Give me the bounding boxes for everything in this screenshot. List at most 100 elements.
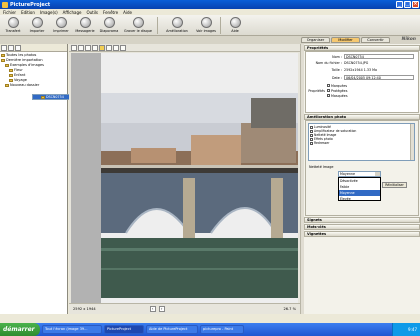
window-titlebar: PictureProject _ □ × <box>0 0 420 9</box>
task-item[interactable]: picturepro - Paint <box>200 325 244 334</box>
transfer-button[interactable]: Transfert <box>1 15 25 36</box>
chevron-down-icon[interactable] <box>375 172 380 176</box>
view-icon <box>200 17 212 28</box>
mode-tab-row: Organiser Modifier Convertir Nikon <box>0 36 420 44</box>
enhance-panel: Luminosité Amplificateur de saturation N… <box>305 120 419 216</box>
delete-folder-icon[interactable] <box>8 45 14 51</box>
folder-icon <box>9 74 13 77</box>
zoom-in-icon[interactable] <box>85 45 91 51</box>
enhance-list: Luminosité Amplificateur de saturation N… <box>308 123 415 161</box>
next-image-icon[interactable]: › <box>158 306 165 312</box>
folder-icon <box>5 84 9 87</box>
main-toolbar: Transfert Importer Imprimer Messagerie D… <box>0 15 420 36</box>
name-field[interactable]: DSCN0754 <box>344 54 414 59</box>
image-dimensions: 2592 x 1944 <box>73 307 96 311</box>
system-tray: 9:47 <box>392 323 420 336</box>
help-button[interactable]: Aide <box>223 15 247 36</box>
minimize-button[interactable]: _ <box>396 1 403 8</box>
folder-icon <box>9 79 13 82</box>
crop-icon[interactable] <box>106 45 112 51</box>
fit-window-icon[interactable] <box>99 45 105 51</box>
folder-icon <box>5 64 9 67</box>
start-button[interactable]: démarrer <box>0 323 40 336</box>
date-field[interactable]: 06/04/2005 09:12:40 <box>344 75 414 80</box>
mode-tabs: Organiser Modifier Convertir <box>301 37 390 43</box>
menu-fichier[interactable]: Fichier <box>3 10 16 15</box>
sharpness-dropdown: Désactivée Faible Moyenne Élevée <box>338 177 381 201</box>
transfer-icon <box>7 17 19 28</box>
task-item[interactable]: Aide de PictureProject <box>146 325 198 334</box>
bookmarks-header[interactable]: Signets <box>304 217 420 223</box>
viewer-statusbar: 2592 x 1944 ‹ › 26.7 % <box>69 303 300 314</box>
prop-row-flags: Propriétés Marquées Protégées Masquées <box>308 83 348 98</box>
tab-convertir[interactable]: Convertir <box>361 37 390 43</box>
tree-item-new-folder[interactable]: Nouveau dossier <box>1 83 66 88</box>
app-icon <box>2 1 8 8</box>
enhance-list-scrollbar[interactable] <box>410 124 414 160</box>
properties-panel: Nom : DSCN0754 Nom du fichier : DSCN0754.J… <box>305 51 419 113</box>
reset-button[interactable]: Réinitialiser <box>382 182 407 188</box>
prop-row-filename: Nom du fichier : DSCN0754.JPG <box>315 61 369 65</box>
menu-fenetre[interactable]: Fenêtre <box>103 10 118 15</box>
confirm-icon[interactable] <box>113 45 119 51</box>
flag-protected-checkbox[interactable]: Protégées <box>327 88 348 93</box>
new-folder-icon[interactable] <box>1 45 7 51</box>
select-tool-icon[interactable] <box>71 45 77 51</box>
enhance-item-straighten[interactable]: Redresser <box>310 141 413 145</box>
import-button[interactable]: Importer <box>25 15 49 36</box>
slideshow-icon <box>103 17 115 28</box>
folder-tree: Toutes les photos Dernière importation E… <box>0 52 75 100</box>
folder-icon <box>9 69 13 72</box>
folder-sidebar: Toutes les photos Dernière importation E… <box>0 44 75 314</box>
sharpness-label: Netteté Image <box>309 165 334 169</box>
help-icon <box>229 17 241 28</box>
prop-row-name: Nom : DSCN0754 <box>307 54 414 59</box>
print-button[interactable]: Imprimer <box>49 15 73 36</box>
menu-aide[interactable]: Aide <box>123 10 132 15</box>
option-high[interactable]: Élevée <box>339 196 380 202</box>
task-item[interactable]: Tout l'écran (image 39... <box>42 325 102 334</box>
sidebar-tools <box>0 44 67 52</box>
menu-images[interactable]: Image(s) <box>40 10 58 15</box>
thumbnails-header[interactable]: Vignettes <box>304 231 420 237</box>
tab-organiser[interactable]: Organiser <box>301 37 330 43</box>
window-controls: _ □ × <box>396 1 419 8</box>
menu-edition[interactable]: Edition <box>21 10 35 15</box>
print-icon <box>55 17 67 28</box>
zoom-out-icon[interactable] <box>92 45 98 51</box>
viewer-tools <box>69 44 300 52</box>
maximize-button[interactable]: □ <box>404 1 411 8</box>
taskbar: démarrer Tout l'écran (image 39... Pictu… <box>0 323 420 336</box>
menu-affichage[interactable]: Affichage <box>63 10 82 15</box>
hand-tool-icon[interactable] <box>78 45 84 51</box>
prop-row-size: Taille :2592x1944 1.33 Mo <box>331 68 378 72</box>
mail-button[interactable]: Messagerie <box>73 15 97 36</box>
tab-modifier[interactable]: Modifier <box>331 37 360 43</box>
cancel-icon[interactable] <box>120 45 126 51</box>
view-mode-icon[interactable] <box>15 45 21 51</box>
menu-outils[interactable]: Outils <box>86 10 98 15</box>
folder-icon <box>41 95 45 99</box>
image-navigation: ‹ › <box>149 306 165 312</box>
flag-hidden-checkbox[interactable]: Masquées <box>327 93 348 98</box>
mail-icon <box>79 17 91 28</box>
bridge-photo <box>71 53 298 303</box>
import-icon <box>31 17 43 28</box>
task-item[interactable]: PictureProject <box>104 325 144 334</box>
window-status-strip <box>0 314 420 323</box>
right-panel: Propriétés Nom : DSCN0754 Nom du fichier … <box>304 44 420 314</box>
prop-row-date: Date :06/04/2005 09:12:40 <box>307 75 414 80</box>
close-button[interactable]: × <box>412 1 419 8</box>
flag-marked-checkbox[interactable]: Marquées <box>327 83 348 88</box>
image-viewer: 2592 x 1944 ‹ › 26.7 % <box>69 44 300 314</box>
slideshow-button[interactable]: Diaporama <box>97 15 121 36</box>
enhance-button[interactable]: Amélioration <box>160 15 194 36</box>
zoom-level: 26.7 % <box>283 307 296 311</box>
keywords-header[interactable]: Mots-clés <box>304 224 420 230</box>
burn-disc-button[interactable]: Graver le disque <box>121 15 155 36</box>
view-images-button[interactable]: Voir images <box>194 15 218 36</box>
previous-image-icon[interactable]: ‹ <box>149 306 156 312</box>
window-title: PictureProject <box>10 1 51 8</box>
toolbar-separator <box>157 17 158 34</box>
folder-icon <box>1 54 5 57</box>
